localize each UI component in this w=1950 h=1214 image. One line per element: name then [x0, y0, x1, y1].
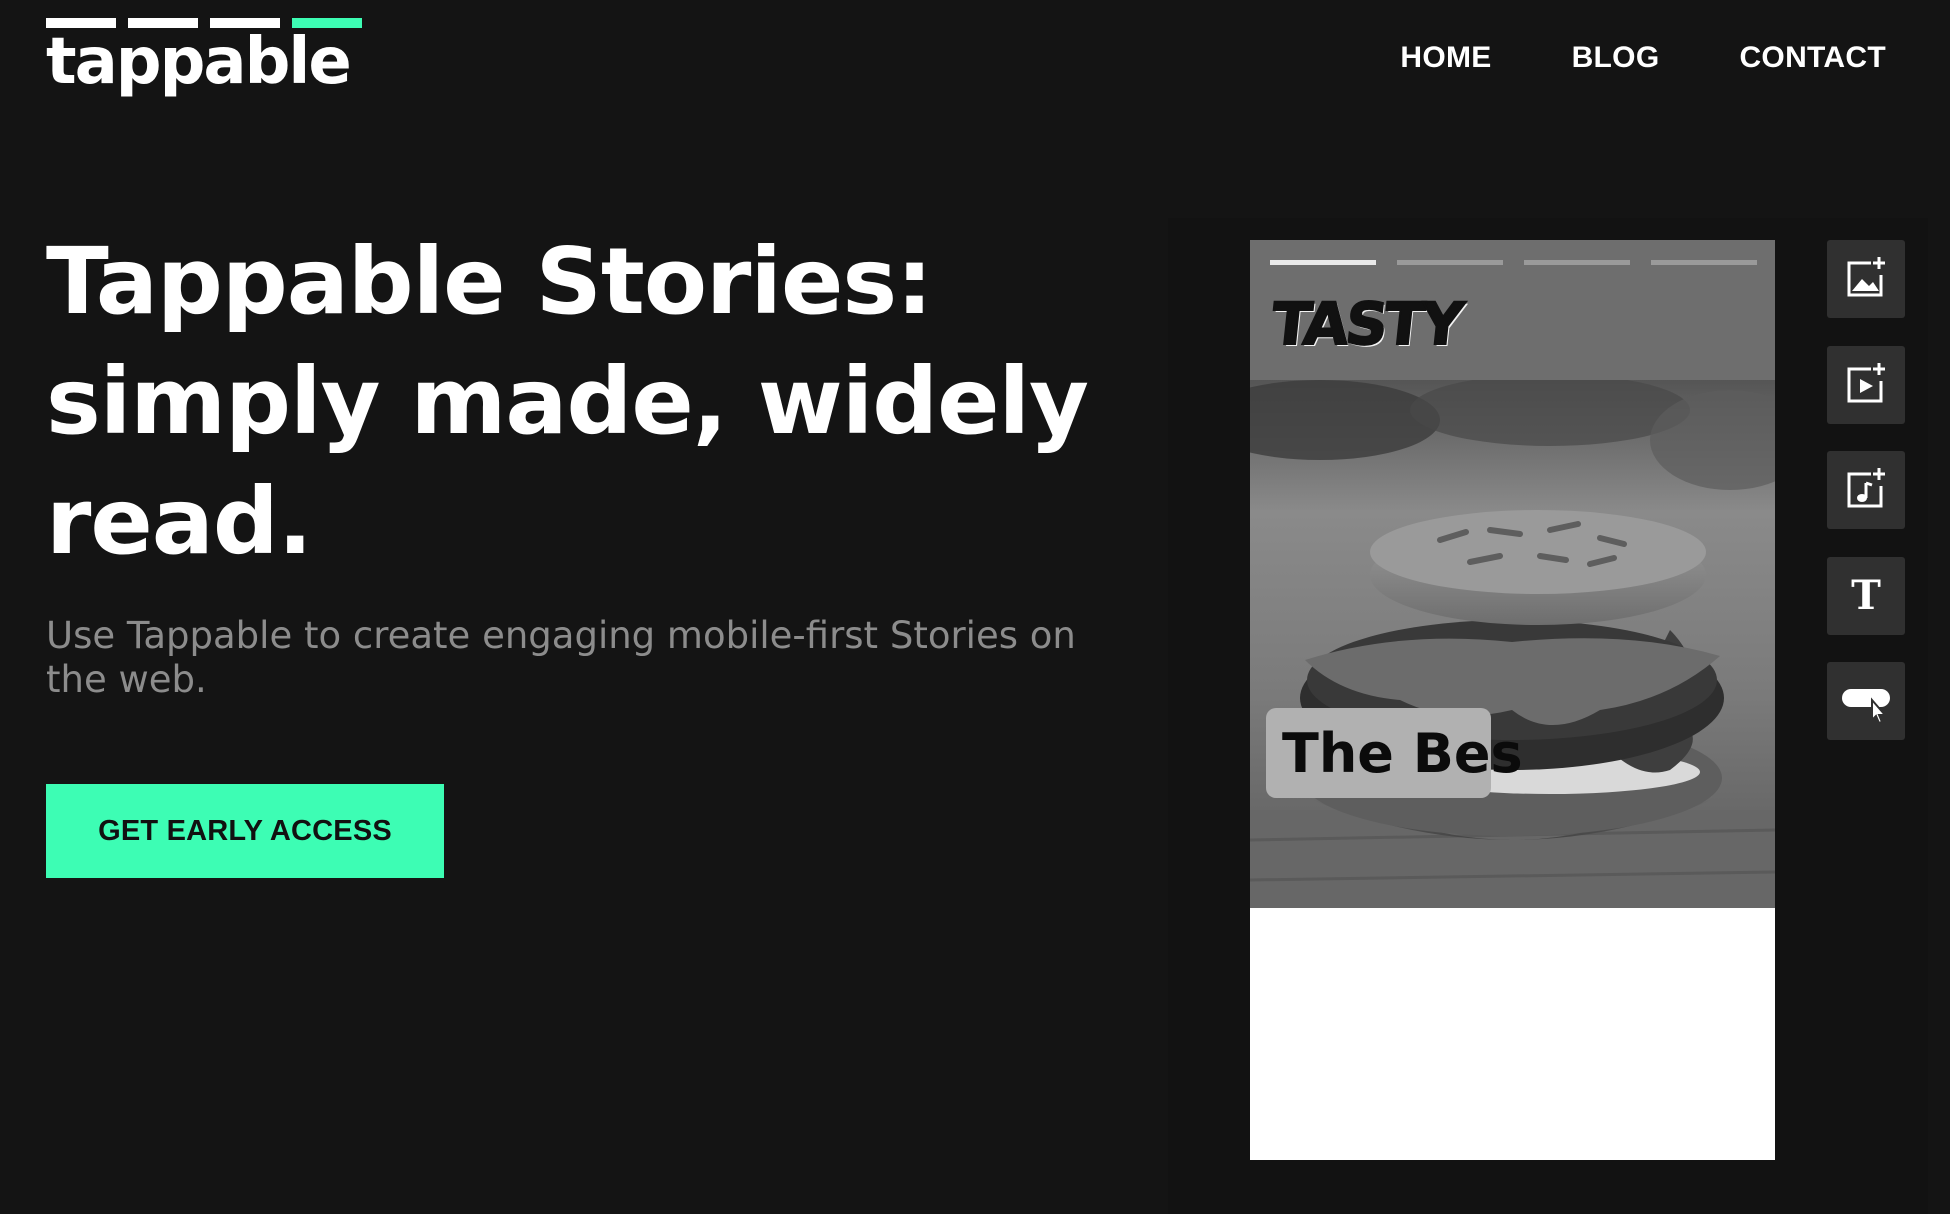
story-progress-segment	[1524, 260, 1630, 265]
hero-headline: Tappable Stories: simply made, widely re…	[46, 228, 1089, 575]
story-preview[interactable]: TASTY The Bes	[1250, 240, 1775, 1160]
story-progress-segment	[1397, 260, 1503, 265]
nav-contact-link[interactable]: CONTACT	[1739, 36, 1886, 80]
nav-home-link[interactable]: HOME	[1400, 36, 1491, 80]
add-audio-button[interactable]	[1827, 451, 1905, 529]
get-early-access-button[interactable]: GET EARLY ACCESS	[46, 784, 444, 878]
add-video-icon	[1847, 363, 1885, 403]
nav-blog-link[interactable]: BLOG	[1572, 36, 1660, 80]
landing-page: tappable HOME BLOG CONTACT Tappable Stor…	[0, 0, 1950, 1214]
add-video-button[interactable]	[1827, 346, 1905, 424]
story-brand-logo: TASTY	[1267, 289, 1464, 359]
story-image-burger	[1250, 380, 1775, 908]
burger-photo	[1250, 380, 1775, 908]
story-progress-segment	[1270, 260, 1376, 265]
text-icon: T	[1851, 572, 1881, 619]
story-progress-fill	[1270, 260, 1376, 265]
add-audio-icon	[1847, 468, 1885, 508]
add-image-icon	[1847, 257, 1885, 297]
add-image-button[interactable]	[1827, 240, 1905, 318]
story-progress-segment	[1651, 260, 1757, 265]
button-cursor-icon	[1842, 689, 1890, 725]
hero-subheadline: Use Tappable to create engaging mobile-f…	[46, 614, 1076, 701]
tappable-logo[interactable]: tappable	[46, 18, 366, 99]
main-nav: HOME BLOG CONTACT	[1400, 36, 1886, 80]
story-caption-text: The Bes	[1282, 722, 1523, 785]
add-button-element-button[interactable]	[1827, 662, 1905, 740]
add-text-button[interactable]: T	[1827, 557, 1905, 635]
logo-wordmark: tappable	[46, 25, 352, 99]
story-header: TASTY	[1250, 240, 1775, 380]
